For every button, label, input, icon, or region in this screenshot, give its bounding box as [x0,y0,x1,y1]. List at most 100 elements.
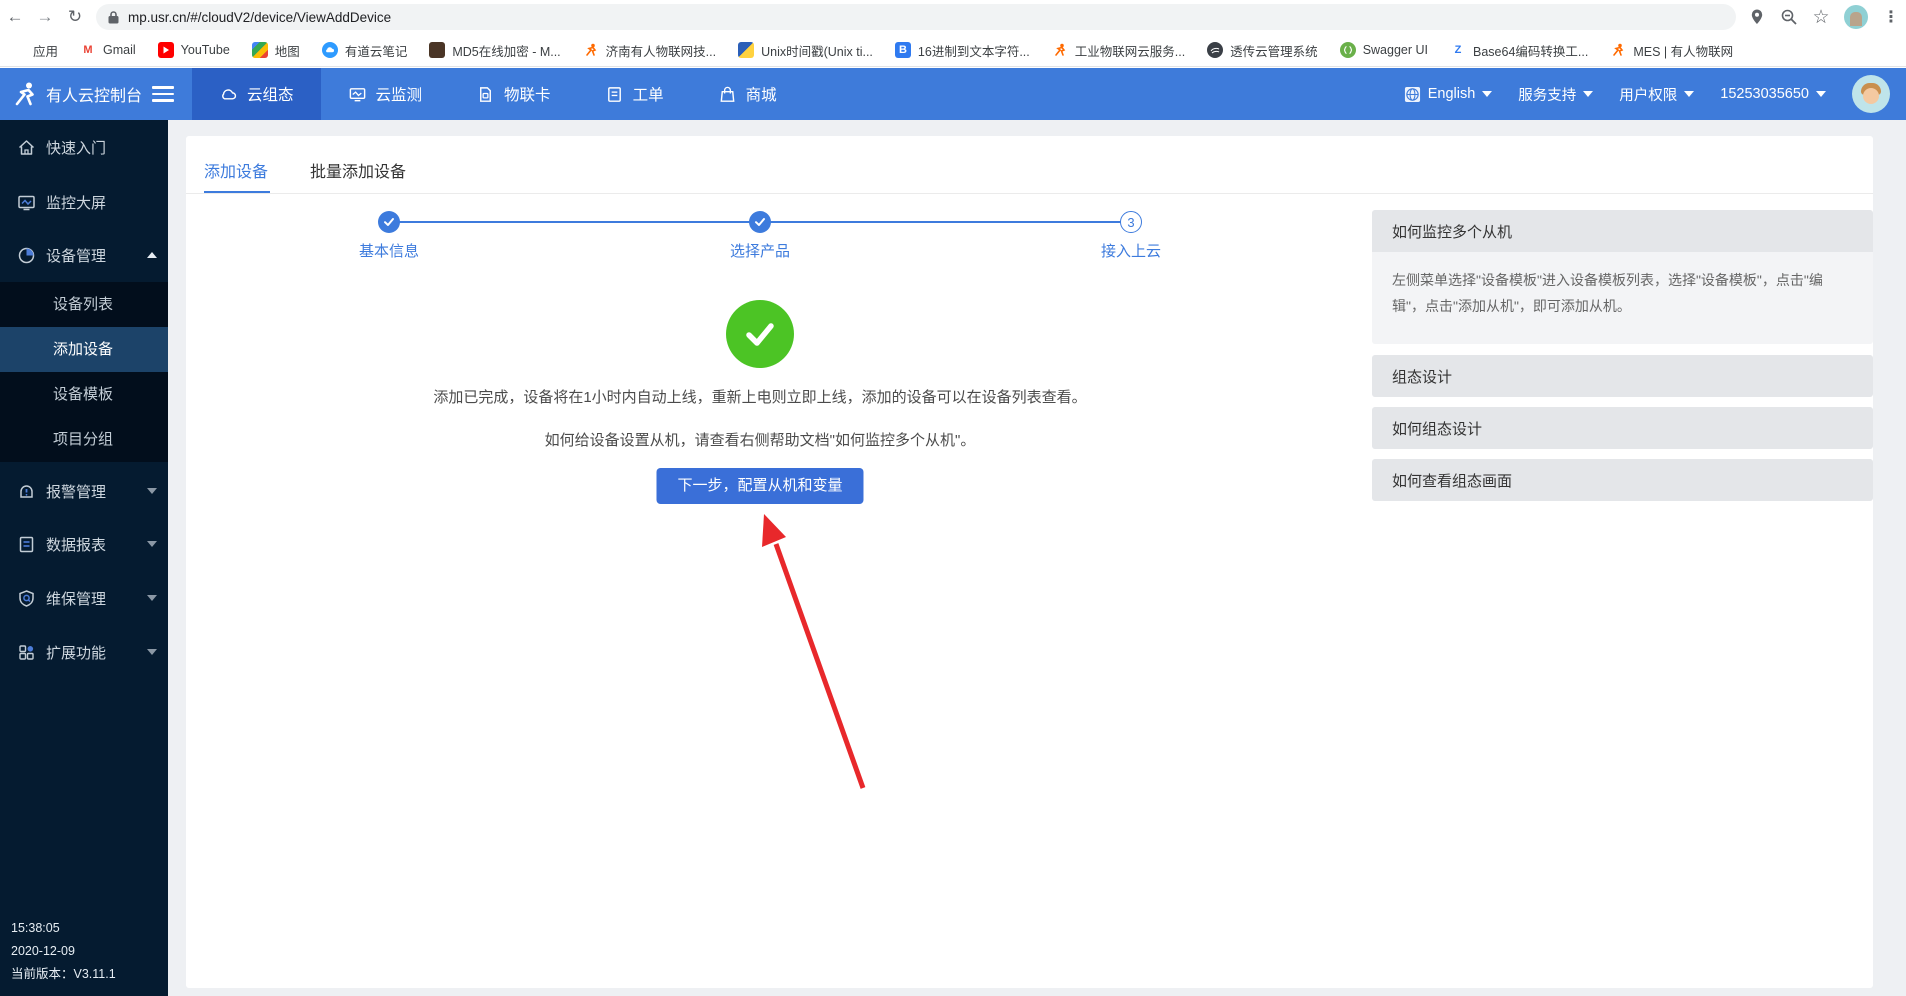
forward-icon[interactable]: → [30,7,60,27]
bookmark-youdao[interactable]: 有道云笔记 [322,41,408,60]
tab-iot-card[interactable]: 物联卡 [449,68,578,120]
bookmark-iiot-cloud[interactable]: 工业物联网云服务... [1052,41,1185,60]
user-permission-menu[interactable]: 用户权限 [1619,84,1694,105]
help-item-view-scada-screen[interactable]: 如何查看组态画面 [1372,459,1873,501]
zoom-out-icon[interactable] [1780,8,1798,26]
url-text: mp.usr.cn/#/cloudV2/device/ViewAddDevice [128,10,391,25]
sidebar-item-data-report[interactable]: 数据报表 [0,517,168,571]
top-nav-tabs: 云组态 云监测 物联卡 工单 商城 [192,68,804,120]
sidebar-item-add-device[interactable]: 添加设备 [0,327,168,372]
check-icon [754,216,766,228]
help-body-monitor-slaves: 左侧菜单选择"设备模板"进入设备模板列表，选择"设备模板"，点击"编辑"，点击"… [1372,252,1873,344]
chevron-down-icon [1816,91,1826,97]
bookmark-youtube[interactable]: YouTube [158,42,230,58]
sidebar: 快速入门 监控大屏 设备管理 设备列表 添加设备 设备模板 项目分组 报警管理 … [0,120,168,996]
chevron-down-icon [147,541,157,547]
alarm-icon [17,482,36,501]
browser-profile-avatar[interactable] [1844,5,1868,29]
bookmarks-bar: 应用 M Gmail YouTube 地图 有道云笔记 MD5在线加密 - M.… [0,34,1906,67]
unix-timestamp-icon [738,42,754,58]
user-avatar[interactable] [1852,75,1890,113]
bookmark-mes[interactable]: MES | 有人物联网 [1610,41,1733,60]
globe-icon [1404,86,1421,103]
reload-icon[interactable]: ↻ [60,7,90,27]
tab-cloud-monitor[interactable]: 云监测 [321,68,450,120]
bookmark-usr-tech[interactable]: 济南有人物联网技... [583,41,716,60]
apps-grid-icon [10,42,26,58]
md5-icon [429,42,445,58]
sidebar-item-project-group[interactable]: 项目分组 [0,417,168,462]
screen-icon [17,193,36,212]
chevron-down-icon [1583,91,1593,97]
step-1-circle-done [378,211,400,233]
chevron-down-icon [1482,91,1492,97]
hamburger-menu-icon[interactable] [152,86,174,102]
sidebar-item-quick-start[interactable]: 快速入门 [0,120,168,174]
bookmark-unix-timestamp[interactable]: Unix时间戳(Unix ti... [738,41,873,60]
step-3-label: 接入上云 [1061,240,1201,261]
usr-person-icon [583,42,599,58]
bookmark-maps[interactable]: 地图 [252,41,300,60]
chevron-down-icon [147,595,157,601]
help-item-how-to-scada-design[interactable]: 如何组态设计 [1372,407,1873,449]
usr-logo-icon [12,81,38,107]
gmail-icon: M [80,42,96,58]
main-area: 添加设备 批量添加设备 3 基本信息 选择产品 接入上云 添加已完成，设备将在1… [168,120,1906,996]
tab-batch-add-device[interactable]: 批量添加设备 [310,158,406,182]
mall-bag-icon [718,85,737,104]
bookmark-hex-to-text[interactable]: B 16进制到文本字符... [895,41,1030,60]
step-3-circle: 3 [1120,211,1142,233]
sidebar-item-device-list[interactable]: 设备列表 [0,282,168,327]
brand-name[interactable]: 有人云控制台 [46,82,142,106]
tab-work-order[interactable]: 工单 [578,68,691,120]
bookmark-gmail[interactable]: M Gmail [80,42,136,58]
cloud-icon [219,85,238,104]
tab-add-device[interactable]: 添加设备 [204,158,268,182]
current-date: 2020-12-09 [11,940,116,963]
content-card: 添加设备 批量添加设备 3 基本信息 选择产品 接入上云 添加已完成，设备将在1… [186,136,1873,988]
service-support-menu[interactable]: 服务支持 [1518,84,1593,105]
sidebar-item-device-management[interactable]: 设备管理 [0,228,168,282]
step-1-label: 基本信息 [319,240,459,261]
next-step-button[interactable]: 下一步，配置从机和变量 [656,468,863,504]
language-switcher[interactable]: English [1404,86,1493,103]
success-message-line2: 如何给设备设置从机，请查看右侧帮助文档"如何监控多个从机"。 [545,429,976,450]
address-bar[interactable]: mp.usr.cn/#/cloudV2/device/ViewAddDevice [96,4,1736,30]
bookmark-base64[interactable]: Z Base64编码转换工... [1450,41,1588,60]
back-icon[interactable]: ← [0,7,30,27]
step-2-label: 选择产品 [690,240,830,261]
chevron-up-icon [147,252,157,258]
youdao-note-icon [322,42,338,58]
device-submenu: 设备列表 添加设备 设备模板 项目分组 [0,282,168,462]
version-label: 当前版本：V3.11.1 [11,963,116,986]
step-2-circle-done [749,211,771,233]
help-item-monitor-slaves[interactable]: 如何监控多个从机 [1372,210,1873,252]
sidebar-item-maintenance[interactable]: 维保管理 [0,571,168,625]
bookmark-md5[interactable]: MD5在线加密 - M... [429,41,560,60]
chevron-down-icon [1684,91,1694,97]
help-item-scada-design[interactable]: 组态设计 [1372,355,1873,397]
success-message-line1: 添加已完成，设备将在1小时内自动上线，重新上电则立即上线，添加的设备可以在设备列… [433,386,1086,407]
chrome-menu-icon[interactable]: ⋮ [1882,8,1900,26]
bookmark-star-icon[interactable]: ☆ [1812,8,1830,26]
sidebar-item-extensions[interactable]: 扩展功能 [0,625,168,679]
tab-mall[interactable]: 商城 [691,68,804,120]
sidebar-item-monitor-screen[interactable]: 监控大屏 [0,175,168,229]
tabs-divider [186,193,1873,194]
sidebar-item-device-template[interactable]: 设备模板 [0,372,168,417]
top-nav-right: English 服务支持 用户权限 15253035650 [1404,75,1906,113]
hex-tool-icon: B [895,42,911,58]
current-time: 15:38:05 [11,917,116,940]
shield-wrench-icon [17,589,36,608]
tab-cloud-scada[interactable]: 云组态 [192,68,321,120]
location-pin-icon[interactable] [1748,8,1766,26]
account-menu[interactable]: 15253035650 [1720,86,1826,102]
sidebar-footer: 15:38:05 2020-12-09 当前版本：V3.11.1 [11,917,116,986]
monitor-icon [348,85,367,104]
report-icon [17,535,36,554]
sidebar-item-alarm-management[interactable]: 报警管理 [0,464,168,518]
bookmark-passthrough-cloud[interactable]: 透传云管理系统 [1207,41,1318,60]
bookmark-swagger[interactable]: Swagger UI [1340,42,1428,58]
bookmark-apps[interactable]: 应用 [10,41,58,60]
swagger-icon [1340,42,1356,58]
